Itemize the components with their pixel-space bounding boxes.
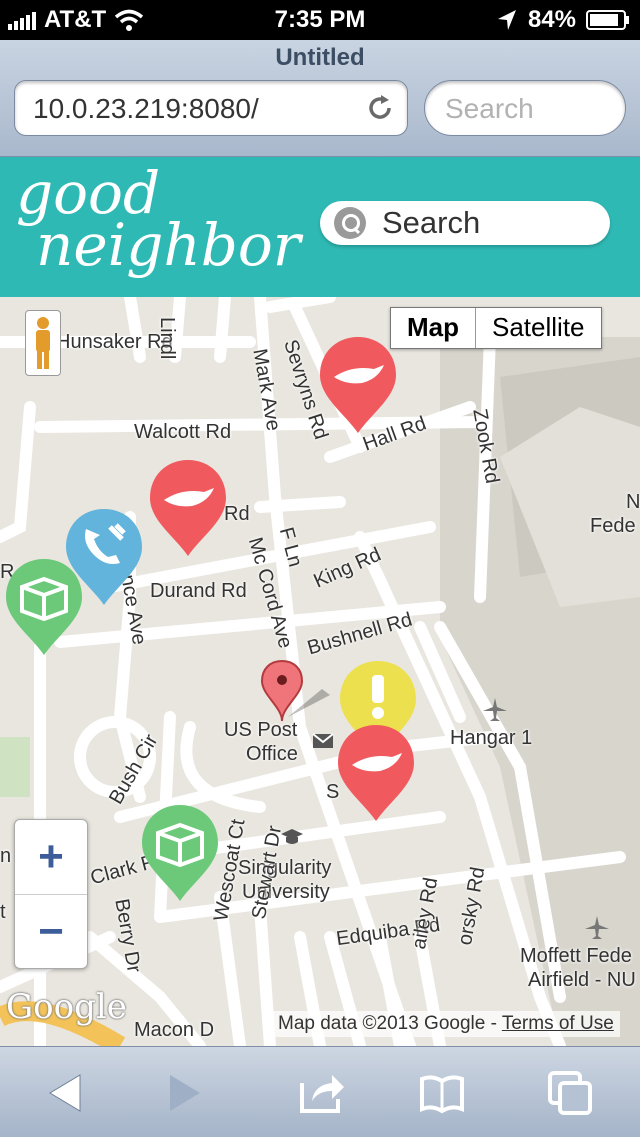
street-label: n	[0, 845, 12, 867]
terms-of-use-link[interactable]: Terms of Use	[502, 1013, 614, 1034]
place-label: Fede	[590, 515, 636, 537]
attribution-text: Map data ©2013 Google -	[278, 1013, 502, 1034]
back-icon[interactable]	[42, 1069, 90, 1117]
google-logo: Google	[6, 987, 127, 1027]
place-label: Airfield - NU	[528, 969, 636, 991]
item-marker-icon[interactable]	[4, 557, 84, 657]
app-search-label: Search	[382, 205, 481, 240]
mail-icon	[312, 733, 334, 748]
street-label: t	[0, 901, 6, 923]
share-icon[interactable]	[298, 1069, 346, 1117]
pegman-icon	[36, 317, 50, 369]
street-label: Macon D	[134, 1019, 215, 1041]
bookmarks-icon[interactable]	[418, 1069, 466, 1117]
location-arrow-icon	[497, 10, 516, 30]
search-icon	[334, 207, 366, 239]
street-view-pegman[interactable]	[25, 310, 61, 376]
help-marker-icon[interactable]	[318, 335, 398, 435]
map-type-map-button[interactable]: Map	[391, 308, 476, 348]
battery-percent: 84%	[527, 6, 576, 33]
place-label: Singularity	[238, 857, 332, 879]
item-marker-icon[interactable]	[140, 803, 220, 903]
map-attribution: Map data ©2013 Google - Terms of Use	[272, 1011, 620, 1037]
street-label: Durand Rd	[150, 580, 247, 602]
place-label: Moffett Fede	[520, 945, 632, 967]
page-title: Untitled	[275, 44, 365, 71]
zoom-control: + −	[14, 819, 88, 969]
logo-line-2: neighbor	[36, 211, 301, 279]
place-label: Office	[246, 743, 298, 765]
map-type-satellite-button[interactable]: Satellite	[476, 308, 601, 348]
app-header: good neighbor Search	[0, 157, 640, 297]
help-marker-icon[interactable]	[148, 458, 228, 558]
battery-icon	[586, 10, 629, 30]
map-type-control: Map Satellite	[390, 307, 602, 349]
reload-icon[interactable]	[365, 93, 395, 123]
browser-search-field[interactable]: Search	[424, 80, 626, 136]
zoom-out-button[interactable]: −	[15, 895, 87, 969]
status-bar: AT&T 7:35 PM 84%	[0, 0, 640, 40]
airport-icon	[585, 916, 609, 939]
logo: good neighbor	[16, 164, 301, 279]
tabs-icon[interactable]	[546, 1069, 594, 1117]
location-pin-icon[interactable]	[260, 659, 334, 725]
street-label: Walcott Rd	[134, 421, 232, 443]
place-label: Hangar 1	[450, 727, 533, 749]
url-text: 10.0.23.219:8080/	[33, 93, 259, 124]
help-marker-icon[interactable]	[336, 723, 416, 823]
browser-toolbar	[0, 1046, 640, 1137]
address-bar[interactable]: 10.0.23.219:8080/	[14, 80, 408, 136]
map[interactable]: Hunsaker Rd Lindl Mark Ave Sevryns Rd Wa…	[0, 297, 640, 1046]
street-label: Lindl	[156, 317, 178, 360]
airport-icon	[483, 698, 507, 721]
zoom-in-button[interactable]: +	[15, 820, 87, 895]
forward-icon[interactable]	[160, 1069, 208, 1117]
browser-chrome: Untitled 10.0.23.219:8080/ Search	[0, 40, 640, 157]
browser-search-placeholder: Search	[445, 93, 534, 124]
place-label: N	[626, 491, 640, 513]
graduation-cap-icon	[281, 829, 303, 844]
app-search-input[interactable]: Search	[320, 201, 610, 245]
